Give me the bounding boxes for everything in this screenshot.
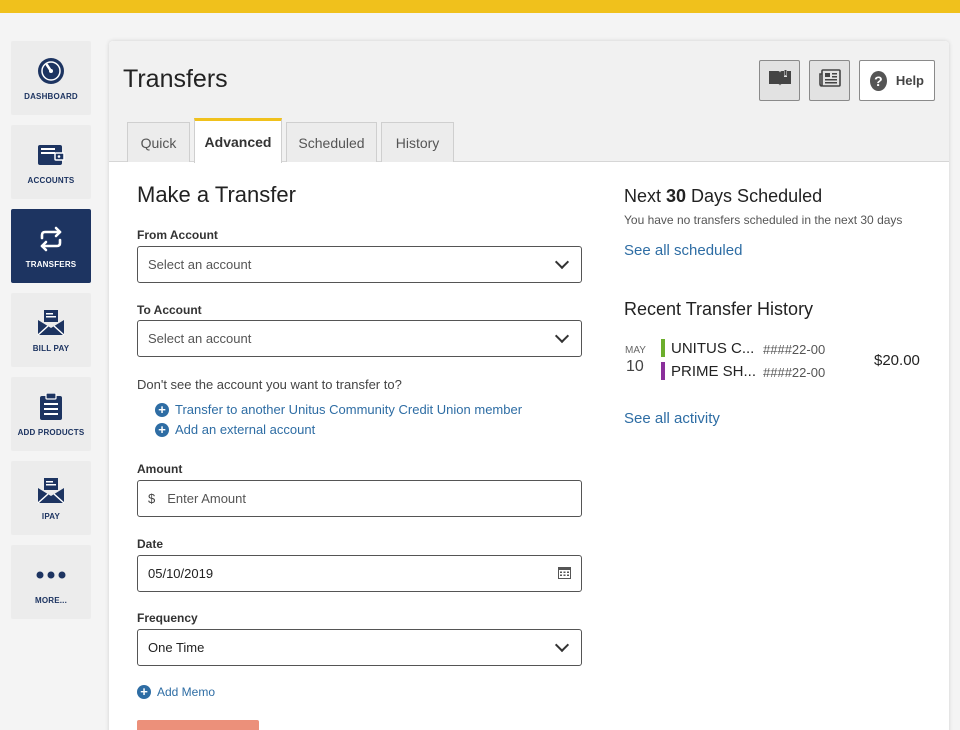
nav-label: IPAY: [41, 511, 61, 521]
nav-label: TRANSFERS: [25, 259, 77, 269]
to-account-color-bar: [661, 362, 665, 380]
nav-item-dashboard[interactable]: DASHBOARD: [11, 41, 91, 115]
nav-label: ACCOUNTS: [27, 175, 75, 185]
history-day: 10: [626, 358, 644, 375]
add-external-account-link[interactable]: + Add an external account: [155, 422, 315, 437]
guide-book-button[interactable]: [759, 60, 800, 101]
form-title: Make a Transfer: [137, 182, 296, 207]
book-icon: [768, 69, 792, 92]
page-title: Transfers: [123, 65, 228, 93]
chevron-down-icon: [554, 254, 570, 270]
date-label: Date: [137, 537, 164, 551]
currency-symbol: $: [148, 491, 156, 506]
scheduled-title-post: Days Scheduled: [686, 186, 823, 206]
nav-item-accounts[interactable]: ACCOUNTS: [11, 125, 91, 199]
scheduled-empty-text: You have no transfers scheduled in the n…: [624, 213, 903, 227]
nav-item-add-products[interactable]: ADD PRODUCTS: [11, 377, 91, 451]
tab-scheduled[interactable]: Scheduled: [286, 122, 377, 162]
see-all-activity-link[interactable]: See all activity: [624, 410, 720, 427]
history-month: MAY: [625, 345, 646, 356]
add-memo-link[interactable]: + Add Memo: [137, 685, 215, 699]
envelope-bill-icon: [36, 308, 66, 338]
plus-circle-icon: +: [155, 422, 169, 437]
nav-label: MORE...: [34, 595, 68, 605]
transfer-member-link[interactable]: + Transfer to another Unitus Community C…: [155, 402, 522, 417]
from-account-select[interactable]: Select an account: [137, 246, 582, 283]
history-title: Recent Transfer History: [624, 299, 814, 319]
transfer-member-label: Transfer to another Unitus Community Cre…: [175, 402, 523, 417]
tab-advanced[interactable]: Advanced: [194, 118, 282, 163]
question-icon: ?: [870, 70, 887, 91]
frequency-value: One Time: [148, 640, 205, 655]
from-account-label: From Account: [137, 228, 218, 242]
calendar-icon[interactable]: [558, 566, 571, 582]
clipboard-icon: [36, 392, 66, 422]
history-to-number: ####22-00: [763, 365, 826, 380]
add-memo-label: Add Memo: [157, 685, 216, 699]
amount-label: Amount: [137, 462, 183, 476]
scheduled-title: Next 30 Days Scheduled: [624, 186, 822, 207]
help-button[interactable]: ? Help: [859, 60, 935, 101]
frequency-label: Frequency: [137, 611, 198, 625]
frequency-select[interactable]: One Time: [137, 629, 582, 666]
amount-input[interactable]: $ Enter Amount: [137, 480, 582, 517]
tab-quick[interactable]: Quick: [127, 122, 190, 162]
amount-placeholder: Enter Amount: [167, 491, 247, 506]
panel-header: Transfers ? Help Quick Advanced Schedule…: [109, 41, 949, 163]
from-account-color-bar: [661, 339, 665, 357]
top-accent-bar: [0, 0, 960, 13]
history-from-number: ####22-00: [763, 342, 826, 357]
from-account-value: Select an account: [148, 257, 252, 272]
date-value: 05/10/2019: [148, 566, 214, 581]
transfers-panel: Transfers ? Help Quick Advanced Schedule…: [109, 41, 949, 730]
tab-history[interactable]: History: [381, 122, 454, 162]
nav-label: DASHBOARD: [24, 91, 78, 101]
newspaper-icon: [818, 69, 841, 92]
plus-circle-icon: +: [137, 685, 151, 699]
sidebar-nav: DASHBOARD ACCOUNTS TRANSFERS BILL PAY AD…: [11, 41, 91, 629]
nav-item-bill-pay[interactable]: BILL PAY: [11, 293, 91, 367]
plus-circle-icon: +: [155, 402, 169, 417]
scheduled-title-pre: Next: [624, 186, 667, 206]
chevron-down-icon: [554, 637, 570, 653]
to-account-value: Select an account: [148, 331, 252, 346]
dashboard-gauge-icon: [36, 56, 66, 86]
wallet-icon: [36, 140, 66, 170]
missing-account-prompt: Don't see the account you want to transf…: [137, 377, 402, 392]
nav-label: ADD PRODUCTS: [17, 427, 85, 437]
more-dots-icon: [36, 560, 66, 590]
scheduled-title-days: 30: [666, 186, 687, 206]
transfer-arrows-icon: [36, 224, 66, 254]
to-account-label: To Account: [137, 303, 202, 317]
news-button[interactable]: [809, 60, 850, 101]
to-account-select[interactable]: Select an account: [137, 320, 582, 357]
chevron-down-icon: [554, 328, 570, 344]
history-amount: $20.00: [874, 352, 920, 369]
nav-item-transfers[interactable]: TRANSFERS: [11, 209, 91, 283]
nav-label: BILL PAY: [32, 343, 70, 353]
date-input[interactable]: 05/10/2019: [137, 555, 582, 592]
history-from-account: UNITUS C...: [671, 340, 755, 357]
history-to-account: PRIME SH...: [671, 363, 757, 380]
submit-transfer-button[interactable]: [137, 720, 259, 730]
see-all-scheduled-link[interactable]: See all scheduled: [624, 242, 742, 259]
nav-item-ipay[interactable]: IPAY: [11, 461, 91, 535]
envelope-pay-icon: [36, 476, 66, 506]
add-external-account-label: Add an external account: [175, 422, 316, 437]
help-label: Help: [895, 73, 924, 88]
nav-item-more[interactable]: MORE...: [11, 545, 91, 619]
